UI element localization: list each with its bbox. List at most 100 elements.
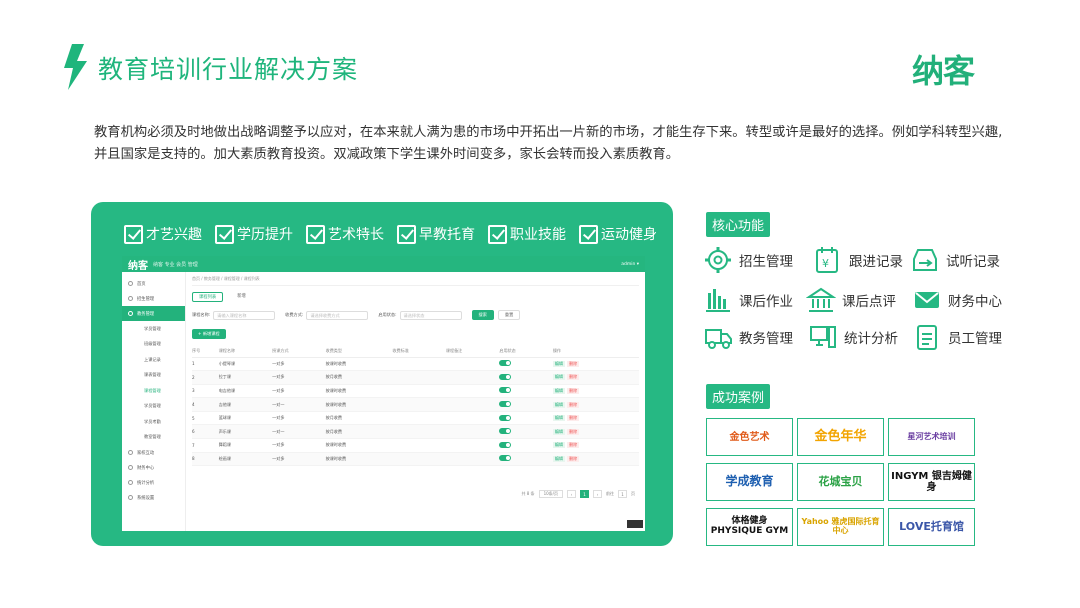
column-header: 序号 [192, 346, 219, 358]
cell-no: 1 [192, 357, 219, 372]
status-toggle[interactable] [499, 441, 512, 448]
course-name-input[interactable]: 请输入课程名称 [213, 310, 276, 320]
cell-note [445, 452, 500, 467]
status-toggle[interactable] [499, 401, 512, 408]
feature-stats: 统计分析 [808, 322, 898, 352]
sidebar-subitem[interactable]: 学员管理 [122, 399, 185, 415]
status-toggle[interactable] [499, 455, 512, 462]
intro-paragraph: 教育机构必须及时地做出战略调整予以应对，在本来就人满为患的市场中开拓出一片新的市… [94, 125, 1003, 162]
sidebar-item-settings[interactable]: 系统设置 [122, 490, 185, 505]
lightning-icon [64, 44, 87, 90]
delete-button[interactable]: 删除 [567, 374, 580, 381]
sidebar-subitem[interactable]: 上课记录 [122, 352, 185, 368]
cell-no: 4 [192, 397, 219, 412]
feature-review: 课后点评 [806, 285, 896, 315]
status-toggle[interactable] [499, 387, 512, 394]
edit-button[interactable]: 编辑 [552, 415, 565, 422]
sub-tabs: 课程列表 新增 [192, 292, 639, 302]
edit-button[interactable]: 编辑 [552, 374, 565, 381]
cell-standard [392, 452, 446, 467]
gear-icon [705, 247, 731, 273]
add-course-button[interactable]: + 新增课程 [192, 329, 226, 339]
sidebar-item-academic[interactable]: 教务管理 [122, 306, 185, 321]
sidebar-subitem[interactable]: 课表管理 [122, 368, 185, 384]
case-logo: 学成教育 [706, 463, 793, 501]
pc-icon [810, 326, 836, 348]
cell-status [499, 357, 553, 372]
next-page-button[interactable]: › [593, 490, 602, 498]
status-toggle[interactable] [499, 373, 512, 380]
reset-button[interactable]: 重置 [497, 310, 521, 320]
cell-fee: 按月收费 [325, 411, 393, 426]
cell-mode: 一对一 [272, 397, 326, 412]
sidebar-subitem[interactable]: 教室管理 [122, 430, 185, 446]
delete-button[interactable]: 删除 [567, 360, 580, 367]
search-button[interactable]: 搜索 [471, 310, 494, 320]
sidebar-subitem[interactable]: 学员考勤 [122, 414, 185, 430]
sidebar-subitem[interactable]: 学员管理 [122, 321, 185, 337]
tag-item: 运动健身 [579, 224, 657, 244]
truck-icon [705, 329, 732, 349]
delete-button[interactable]: 删除 [567, 387, 580, 394]
cell-fee: 按课时收费 [325, 397, 393, 412]
page-number[interactable]: 1 [580, 490, 589, 498]
page-size-select[interactable]: 10条/页 [538, 490, 563, 498]
tab-course-list[interactable]: 课程列表 [192, 292, 224, 302]
checkbox-icon [215, 224, 234, 244]
case-logo: 金色年华 [797, 418, 884, 456]
status-toggle[interactable] [499, 360, 512, 367]
status-select[interactable]: 请选择状态 [399, 310, 462, 320]
tab-add[interactable]: 新增 [231, 292, 252, 302]
edit-button[interactable]: 编辑 [552, 387, 565, 394]
user-menu[interactable]: admin ▾ [621, 262, 639, 267]
gear-icon [128, 495, 133, 500]
app-slogan: 纳客 专业 会员 管理 [153, 261, 198, 268]
delete-button[interactable]: 删除 [567, 401, 580, 408]
delete-button[interactable]: 删除 [567, 415, 580, 422]
fee-type-select[interactable]: 请选择收费方式 [306, 310, 369, 320]
case-logo: 体格健身 PHYSIQUE GYM [706, 508, 793, 546]
sidebar-item-home[interactable]: 首页 [122, 276, 185, 291]
cell-actions: 编辑 删除 [552, 397, 639, 412]
case-logo: 花城宝贝 [797, 463, 884, 501]
edit-button[interactable]: 编辑 [552, 455, 565, 462]
sidebar-item-stats[interactable]: 统计分析 [122, 475, 185, 490]
checkbox-icon [579, 224, 598, 244]
edit-button[interactable]: 编辑 [552, 428, 565, 435]
bar-chart-icon [706, 289, 730, 312]
cell-mode: 一对多 [272, 370, 326, 385]
filter-label: 启用状态: [378, 312, 397, 317]
edit-button[interactable]: 编辑 [552, 360, 565, 367]
cell-standard [392, 384, 446, 399]
edit-button[interactable]: 编辑 [552, 401, 565, 408]
cell-actions: 编辑 删除 [552, 384, 639, 399]
sidebar-subitem[interactable]: 班级管理 [122, 337, 185, 353]
cell-actions: 编辑 删除 [552, 452, 639, 467]
brand-logo: 纳客 [912, 52, 975, 90]
edit-button[interactable]: 编辑 [552, 442, 565, 449]
delete-button[interactable]: 删除 [567, 442, 580, 449]
status-toggle[interactable] [499, 414, 512, 421]
cell-note [445, 397, 500, 412]
building-icon [806, 287, 836, 312]
wallet-icon [128, 465, 133, 470]
cell-standard [392, 411, 446, 426]
goto-input[interactable]: 1 [618, 490, 627, 498]
delete-button[interactable]: 删除 [567, 455, 580, 462]
filter-label: 收费方式: [285, 312, 304, 317]
table-row: 7 舞蹈课 一对多 按课时收费 编辑 删除 [192, 438, 639, 453]
sidebar-item-home-school[interactable]: 家校互动 [122, 445, 185, 460]
cell-status [499, 370, 553, 385]
cell-mode: 一对多 [272, 438, 326, 453]
delete-button[interactable]: 删除 [567, 428, 580, 435]
sidebar-item-enroll[interactable]: 招生管理 [122, 291, 185, 306]
tag-item: 学历提升 [215, 224, 293, 244]
prev-page-button[interactable]: ‹ [567, 490, 576, 498]
tag-item: 早教托育 [397, 224, 475, 244]
cell-mode: 一对多 [272, 411, 326, 426]
cell-no: 7 [192, 438, 219, 453]
sidebar-item-finance[interactable]: 财务中心 [122, 460, 185, 475]
status-toggle[interactable] [499, 428, 512, 435]
cell-standard [392, 370, 446, 385]
sidebar-subitem-current[interactable]: 课程管理 [122, 383, 185, 399]
